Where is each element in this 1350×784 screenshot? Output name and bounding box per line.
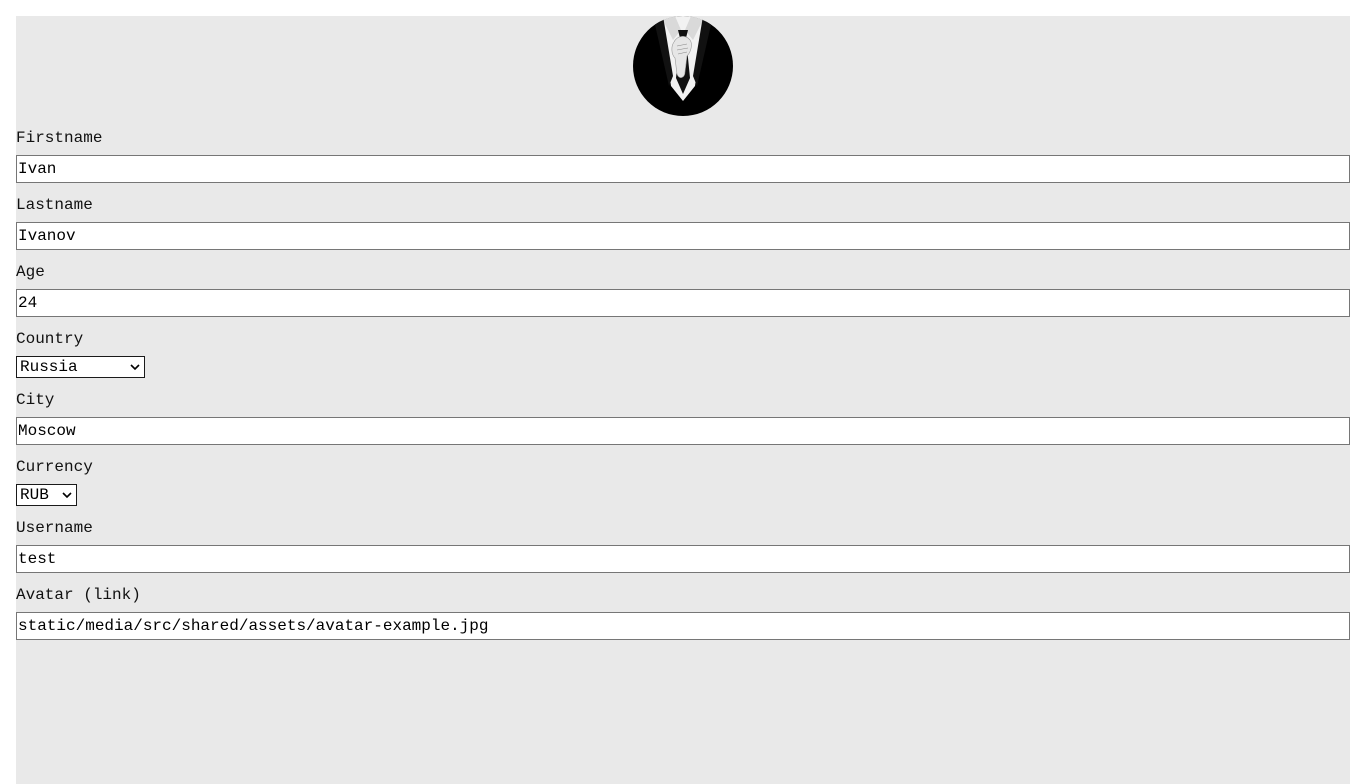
avatar-link-label: Avatar (link): [16, 586, 141, 604]
firstname-label: Firstname: [16, 129, 103, 147]
currency-select[interactable]: RUB: [16, 484, 77, 506]
city-label: City: [16, 391, 55, 409]
country-select[interactable]: Russia: [16, 356, 145, 378]
currency-selected-value: RUB: [20, 486, 49, 504]
username-label: Username: [16, 519, 93, 537]
chevron-down-icon: [62, 492, 72, 499]
currency-label: Currency: [16, 458, 93, 476]
avatar-image: [633, 16, 733, 116]
username-input[interactable]: test: [16, 545, 1350, 573]
avatar-link-input[interactable]: static/media/src/shared/assets/avatar-ex…: [16, 612, 1350, 640]
firstname-input[interactable]: Ivan: [16, 155, 1350, 183]
avatar-icon: [633, 16, 733, 116]
lastname-label: Lastname: [16, 196, 93, 214]
country-label: Country: [16, 330, 84, 348]
chevron-down-icon: [130, 364, 140, 371]
country-selected-value: Russia: [20, 358, 78, 376]
city-input[interactable]: Moscow: [16, 417, 1350, 445]
age-label: Age: [16, 263, 45, 281]
profile-card: Firstname Ivan Lastname Ivanov Age 24 Co…: [16, 16, 1350, 784]
age-input[interactable]: 24: [16, 289, 1350, 317]
lastname-input[interactable]: Ivanov: [16, 222, 1350, 250]
